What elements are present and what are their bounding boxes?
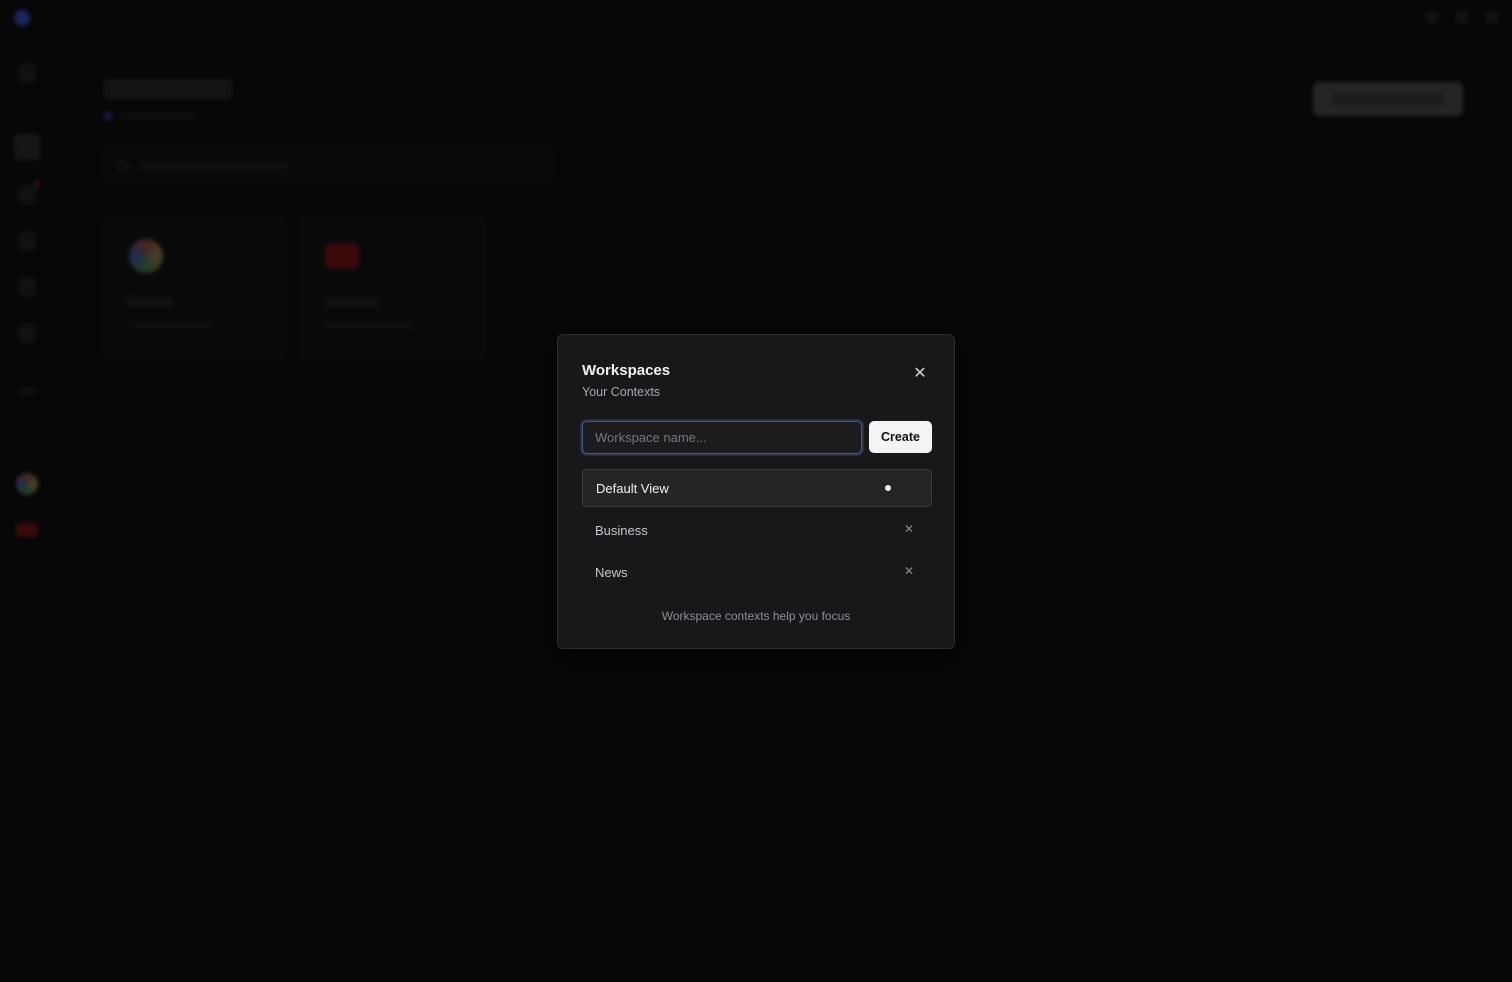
app-root: Workspaces Your Contexts ✕ Create Defaul…	[0, 0, 1512, 982]
create-button[interactable]: Create	[869, 421, 932, 453]
dialog-subtitle: Your Contexts	[582, 385, 661, 399]
dialog-footer-hint: Workspace contexts help you focus	[661, 609, 851, 623]
workspace-item-news[interactable]: News ✕	[582, 553, 932, 591]
workspace-name-input[interactable]	[582, 421, 862, 454]
active-indicator-icon	[885, 485, 891, 491]
close-icon: ✕	[913, 365, 927, 382]
remove-icon[interactable]: ✕	[902, 564, 916, 578]
workspace-item-label: Business	[595, 522, 648, 538]
workspace-list: Default View Business ✕ News ✕	[582, 469, 932, 595]
dialog-title: Workspaces	[582, 362, 671, 379]
workspace-item-label: News	[595, 564, 628, 580]
close-button[interactable]: ✕	[910, 363, 930, 383]
remove-icon[interactable]: ✕	[902, 522, 916, 536]
workspace-item-business[interactable]: Business ✕	[582, 511, 932, 549]
workspace-item-default-view[interactable]: Default View	[582, 469, 932, 507]
workspace-item-label: Default View	[596, 480, 669, 496]
workspaces-dialog: Workspaces Your Contexts ✕ Create Defaul…	[557, 334, 955, 649]
